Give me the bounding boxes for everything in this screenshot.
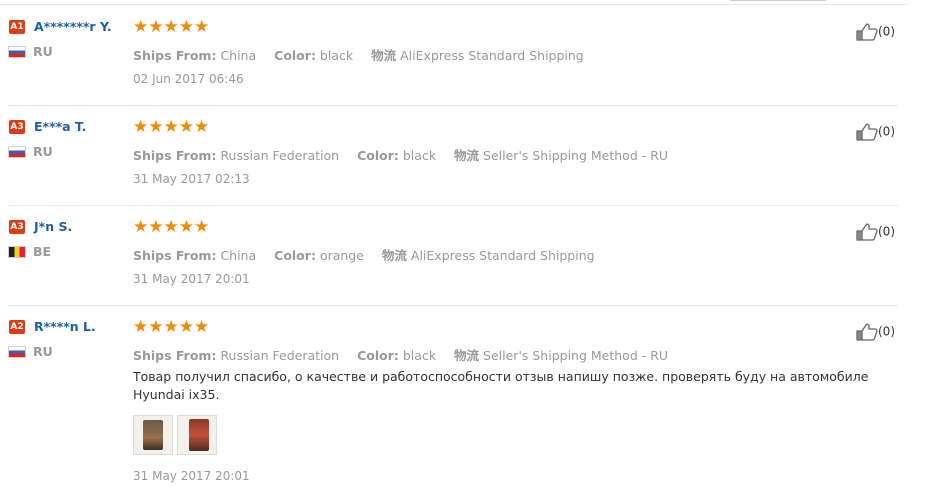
ships-from-label: Ships From:	[133, 148, 217, 163]
review-date: 31 May 2017 20:01	[133, 469, 250, 483]
color-label: Color:	[357, 148, 399, 163]
ships-from-label: Ships From:	[133, 48, 217, 63]
helpful-count: (0)	[878, 224, 895, 239]
ships-from-label: Ships From:	[133, 348, 217, 363]
review-photos	[133, 415, 221, 458]
review-item: A3 E***a T. RU ★★★★★ Ships From: Russian…	[8, 117, 898, 206]
review-item: A3 J*n S. BE ★★★★★ Ships From: China Col…	[8, 217, 898, 306]
review-photo-thumbnail[interactable]	[177, 415, 217, 455]
shipping-method: AliExpress Standard Shipping	[400, 48, 584, 63]
color-value: black	[319, 48, 354, 63]
shipping-icon: 物流	[454, 148, 480, 163]
review-date: 31 May 2017 20:01	[133, 272, 250, 286]
review-item: A2 R****n L. RU ★★★★★ Ships From: Russia…	[8, 317, 898, 490]
country-flag-icon	[8, 246, 26, 258]
reviewer-country: RU	[33, 344, 53, 359]
star-rating: ★★★★★	[133, 317, 210, 337]
helpful-button[interactable]: (0)	[856, 23, 895, 41]
reviewer-name[interactable]: J*n S.	[34, 219, 72, 234]
helpful-button[interactable]: (0)	[856, 323, 895, 341]
order-info: Ships From: China Color: orange 物流 AliEx…	[133, 245, 595, 264]
thumbs-up-icon	[856, 23, 878, 41]
buyer-level-badge: A3	[9, 120, 25, 134]
shipping-method: Seller's Shipping Method - RU	[483, 148, 669, 163]
review-date: 02 Jun 2017 06:46	[133, 72, 244, 86]
country-flag-icon	[8, 46, 26, 58]
thumbs-up-icon	[856, 123, 878, 141]
country-flag-icon	[8, 146, 26, 158]
color-label: Color:	[357, 348, 399, 363]
star-rating: ★★★★★	[133, 117, 210, 137]
color-value: orange	[319, 248, 364, 263]
helpful-count: (0)	[878, 24, 895, 39]
review-comment: Товар получил спасибо, о качестве и рабо…	[133, 369, 869, 402]
review-date: 31 May 2017 02:13	[133, 172, 250, 186]
reviewer-name[interactable]: R****n L.	[34, 319, 96, 334]
buyer-level-badge: A2	[9, 320, 25, 334]
top-control-edge	[730, 0, 826, 1]
order-info: Ships From: Russian Federation Color: bl…	[133, 345, 668, 364]
country-flag-icon	[8, 346, 26, 358]
buyer-level-badge: A1	[9, 20, 25, 34]
reviewer-country: RU	[33, 44, 53, 59]
helpful-count: (0)	[878, 124, 895, 139]
shipping-method: Seller's Shipping Method - RU	[483, 348, 669, 363]
helpful-button[interactable]: (0)	[856, 223, 895, 241]
shipping-icon: 物流	[381, 248, 407, 263]
shipping-icon: 物流	[454, 348, 480, 363]
thumbs-up-icon	[856, 223, 878, 241]
ships-from-value: Russian Federation	[220, 348, 340, 363]
color-label: Color:	[274, 48, 316, 63]
reviewer-country: BE	[33, 244, 52, 259]
thumbs-up-icon	[856, 323, 878, 341]
star-rating: ★★★★★	[133, 17, 210, 37]
ships-from-value: Russian Federation	[220, 148, 340, 163]
helpful-count: (0)	[878, 324, 895, 339]
color-value: black	[402, 148, 437, 163]
order-info: Ships From: Russian Federation Color: bl…	[133, 145, 668, 164]
reviewer-name[interactable]: E***a T.	[34, 119, 86, 134]
review-item: A1 A*******r Y. RU ★★★★★ Ships From: Chi…	[8, 17, 898, 106]
ships-from-value: China	[220, 248, 257, 263]
reviewer-country: RU	[33, 144, 53, 159]
shipping-method: AliExpress Standard Shipping	[410, 248, 595, 263]
helpful-button[interactable]: (0)	[856, 123, 895, 141]
ships-from-label: Ships From:	[133, 248, 217, 263]
color-value: black	[402, 348, 437, 363]
star-rating: ★★★★★	[133, 217, 210, 237]
color-label: Color:	[274, 248, 316, 263]
buyer-level-badge: A3	[9, 220, 25, 234]
order-info: Ships From: China Color: black 物流 AliExp…	[133, 45, 584, 64]
reviewer-name[interactable]: A*******r Y.	[34, 19, 112, 34]
top-divider	[0, 4, 908, 5]
ships-from-value: China	[220, 48, 257, 63]
review-photo-thumbnail[interactable]	[133, 415, 173, 455]
shipping-icon: 物流	[371, 48, 397, 63]
